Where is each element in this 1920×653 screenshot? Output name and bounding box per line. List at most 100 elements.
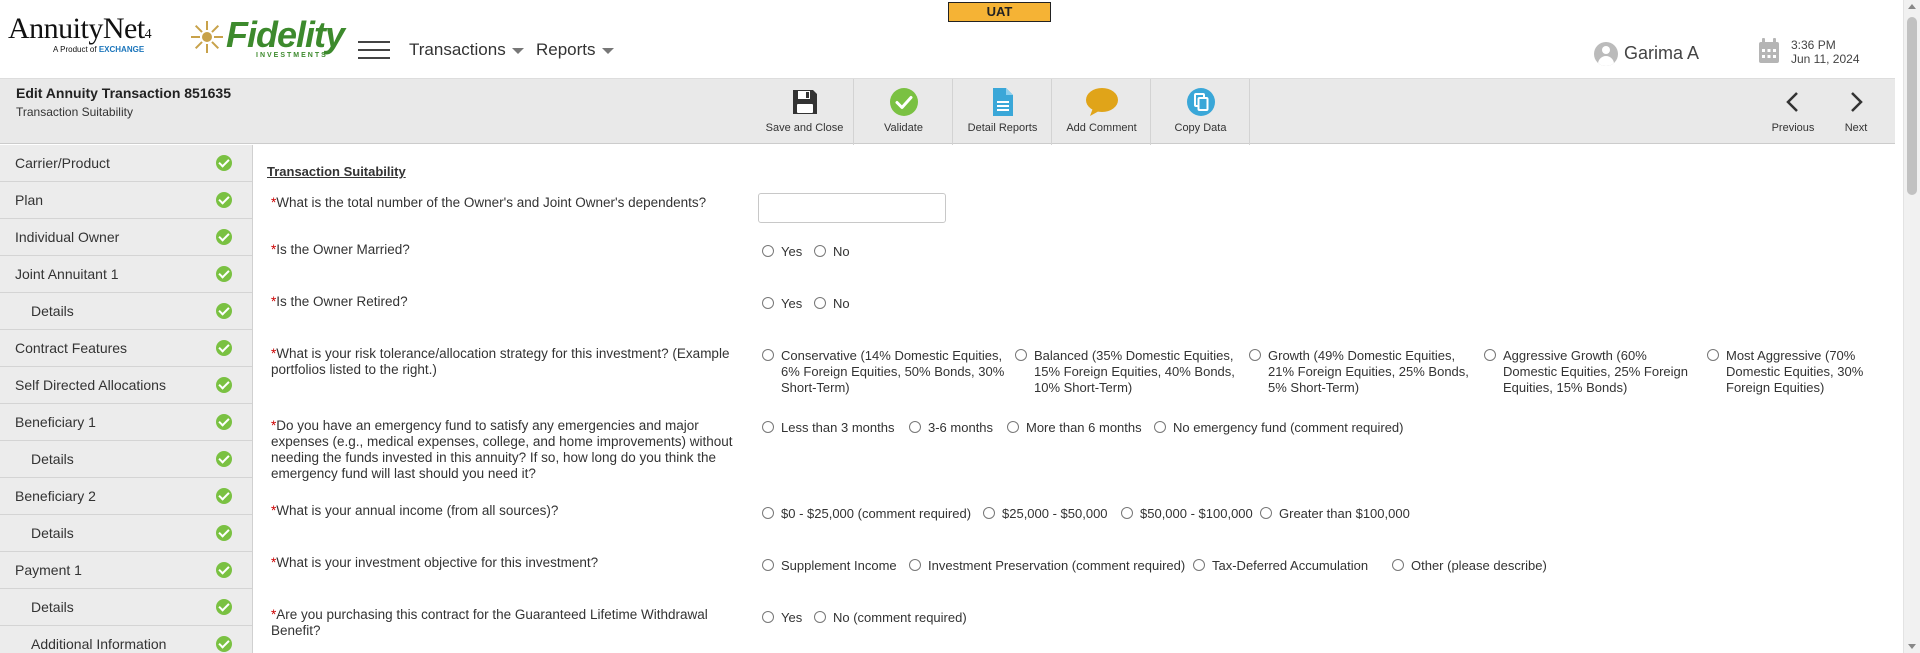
radio-circle-icon [762,349,774,361]
section-sidebar: Carrier/Product Plan Individual Owner Jo… [0,145,253,653]
radio-circle-icon [1121,507,1133,519]
scroll-down-icon[interactable] [1908,644,1916,649]
chevron-right-icon [1851,92,1863,112]
objective-investment-preservation-radio[interactable]: Investment Preservation (comment require… [909,558,1185,574]
emergency-3-6-months-radio[interactable]: 3-6 months [909,420,993,436]
user-avatar-icon [1594,42,1618,66]
dependents-count-input[interactable] [758,193,946,223]
radio-circle-icon [1249,349,1261,361]
sidebar-item-individual-owner[interactable]: Individual Owner [0,219,252,256]
income-25k-50k-radio[interactable]: $25,000 - $50,000 [983,506,1108,522]
app-header: UAT AnnuityNet4 A Product of EXCHANGE Fi… [0,0,1903,78]
radio-circle-icon [762,611,774,623]
suitability-form: Transaction Suitability *What is the tot… [254,145,1895,653]
question-emergency-fund: *Do you have an emergency fund to satisf… [271,418,753,482]
complete-check-icon [216,414,232,430]
sidebar-item-beneficiary-2[interactable]: Beneficiary 2 [0,478,252,515]
option-label: More than 6 months [1026,420,1142,435]
sidebar-item-label: Details [31,451,74,467]
risk-most-aggressive-radio[interactable]: Most Aggressive (70% Domestic Equities, … [1707,348,1877,396]
save-disk-icon [792,90,817,114]
next-button[interactable]: Next [1826,79,1886,145]
question-text: What is the total number of the Owner's … [276,195,707,210]
radio-circle-icon [1015,349,1027,361]
add-comment-button[interactable]: Add Comment [1053,79,1151,145]
sidebar-item-label: Beneficiary 1 [15,414,96,430]
user-name: Garima A [1624,42,1700,63]
risk-balanced-radio[interactable]: Balanced (35% Domestic Equities, 15% For… [1015,348,1243,396]
glwb-no-radio[interactable]: No (comment required) [814,610,967,626]
radio-circle-icon [1484,349,1496,361]
income-0-25k-radio[interactable]: $0 - $25,000 (comment required) [762,506,971,522]
sidebar-item-joint-annuitant-1[interactable]: Joint Annuitant 1 [0,256,252,293]
previous-button[interactable]: Previous [1763,79,1823,145]
sidebar-item-beneficiary-2-details[interactable]: Details [0,515,252,552]
copy-data-button[interactable]: Copy Data [1152,79,1250,145]
fidelity-logo[interactable]: Fidelity INVESTMENTS [190,16,352,60]
owner-retired-no-radio[interactable]: No [814,296,850,312]
sidebar-item-beneficiary-1[interactable]: Beneficiary 1 [0,404,252,441]
income-50k-100k-radio[interactable]: $50,000 - $100,000 [1121,506,1253,522]
radio-circle-icon [1260,507,1272,519]
detail-reports-button[interactable]: Detail Reports [954,79,1052,145]
objective-other-radio[interactable]: Other (please describe) [1392,558,1547,574]
glwb-yes-radio[interactable]: Yes [762,610,802,626]
annuitynet-logo[interactable]: AnnuityNet4 A Product of EXCHANGE [8,14,178,64]
current-date: Jun 11, 2024 [1791,52,1860,66]
owner-married-no-radio[interactable]: No [814,244,850,260]
page-scrollbar[interactable] [1903,0,1920,653]
option-label: Conservative (14% Domestic Equities, 6% … [781,348,1005,395]
copy-data-label: Copy Data [1174,122,1227,134]
page-title: Edit Annuity Transaction 851635 [16,85,231,101]
risk-growth-radio[interactable]: Growth (49% Domestic Equities, 21% Forei… [1249,348,1477,396]
sidebar-item-plan[interactable]: Plan [0,182,252,219]
sidebar-item-additional-information[interactable]: Additional Information [0,626,252,653]
annuitynet-logo-sub-prefix: A Product of [53,45,97,54]
menu-hamburger-icon[interactable] [358,41,390,61]
save-and-close-button[interactable]: Save and Close [756,79,854,145]
user-menu[interactable]: Garima A [1594,42,1699,66]
nav-transactions[interactable]: Transactions [409,40,524,60]
owner-married-yes-radio[interactable]: Yes [762,244,802,260]
owner-retired-yes-radio[interactable]: Yes [762,296,802,312]
option-label: Most Aggressive (70% Domestic Equities, … [1726,348,1864,395]
sidebar-item-carrier-product[interactable]: Carrier/Product [0,145,252,182]
environment-badge: UAT [948,2,1051,22]
scroll-up-icon[interactable] [1908,4,1916,9]
emergency-more-6-months-radio[interactable]: More than 6 months [1007,420,1142,436]
emergency-no-fund-radio[interactable]: No emergency fund (comment required) [1154,420,1404,436]
income-over-100k-radio[interactable]: Greater than $100,000 [1260,506,1410,522]
complete-check-icon [216,377,232,393]
validate-button[interactable]: Validate [855,79,953,145]
sidebar-item-contract-features[interactable]: Contract Features [0,330,252,367]
complete-check-icon [216,599,232,615]
option-label: No [833,296,850,311]
complete-check-icon [216,562,232,578]
chevron-down-icon [511,47,524,54]
detail-reports-label: Detail Reports [967,122,1038,134]
emergency-less-3-months-radio[interactable]: Less than 3 months [762,420,894,436]
sidebar-item-label: Payment 1 [15,562,82,578]
page-subtitle: Transaction Suitability [16,105,133,119]
sidebar-item-self-directed-allocations[interactable]: Self Directed Allocations [0,367,252,404]
radio-circle-icon [762,245,774,257]
sidebar-item-payment-1[interactable]: Payment 1 [0,552,252,589]
scrollbar-thumb[interactable] [1907,17,1917,195]
sidebar-item-beneficiary-1-details[interactable]: Details [0,441,252,478]
sidebar-item-label: Joint Annuitant 1 [15,266,119,282]
validate-label: Validate [884,122,923,134]
objective-tax-deferred-radio[interactable]: Tax-Deferred Accumulation [1193,558,1368,574]
objective-supplement-income-radio[interactable]: Supplement Income [762,558,897,574]
risk-aggressive-growth-radio[interactable]: Aggressive Growth (60% Domestic Equities… [1484,348,1700,396]
option-label: Less than 3 months [781,420,895,435]
sidebar-item-joint-annuitant-1-details[interactable]: Details [0,293,252,330]
sidebar-item-payment-1-details[interactable]: Details [0,589,252,626]
calendar-icon [1759,38,1779,63]
risk-conservative-radio[interactable]: Conservative (14% Domestic Equities, 6% … [762,348,1010,396]
sidebar-item-label: Carrier/Product [15,155,110,171]
question-text: What is your risk tolerance/allocation s… [271,346,730,377]
complete-check-icon [216,451,232,467]
option-label: Growth (49% Domestic Equities, 21% Forei… [1268,348,1469,395]
nav-reports[interactable]: Reports [536,40,614,60]
annuitynet-logo-version: 4 [144,27,152,42]
